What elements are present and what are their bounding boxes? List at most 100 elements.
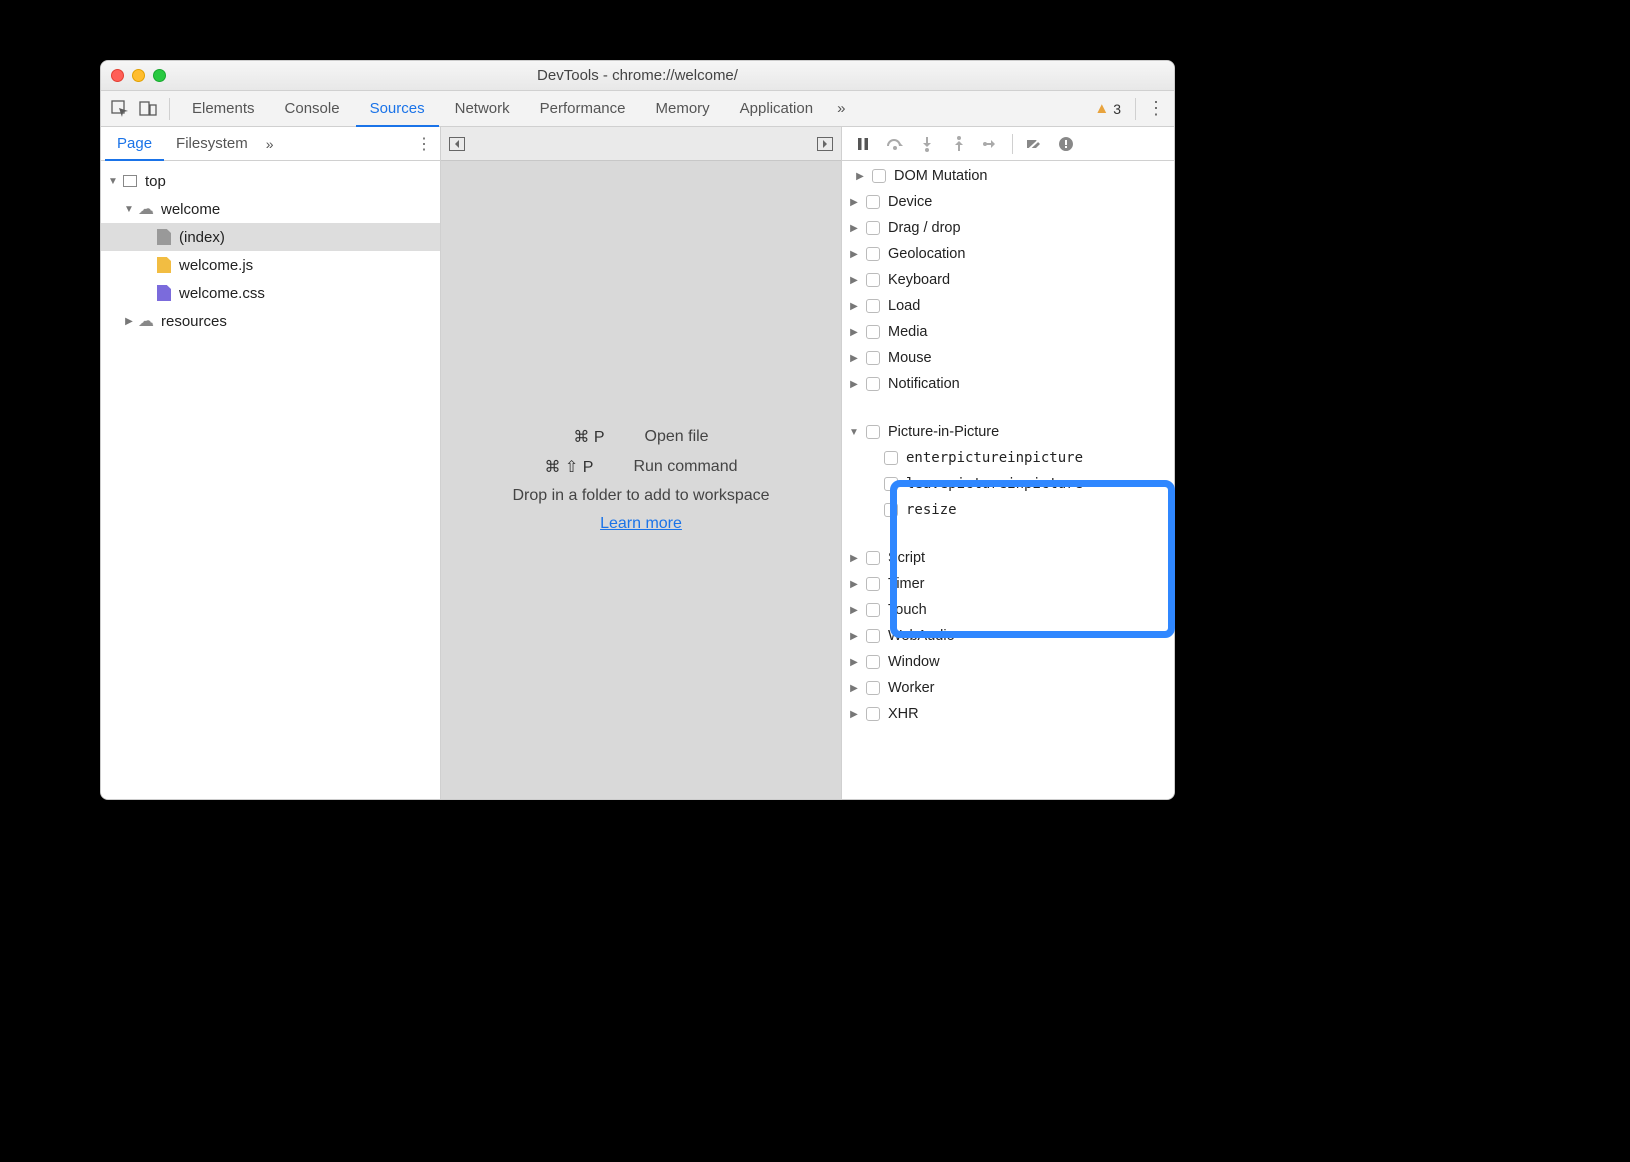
- checkbox[interactable]: [866, 577, 880, 591]
- devtools-window: DevTools - chrome://welcome/ Elements Co…: [100, 60, 1175, 800]
- zoom-window-button[interactable]: [153, 69, 166, 82]
- checkbox[interactable]: [866, 551, 880, 565]
- cloud-icon: ☁: [137, 312, 155, 330]
- event-category[interactable]: ▶XHR: [842, 701, 1174, 727]
- step-into-icon[interactable]: [916, 133, 938, 155]
- event-category[interactable]: ▶Script: [842, 545, 1174, 571]
- caret-right-icon: ▶: [123, 316, 135, 327]
- checkbox[interactable]: [866, 655, 880, 669]
- step-over-icon[interactable]: [884, 133, 906, 155]
- inspect-element-icon[interactable]: [107, 96, 133, 122]
- checkbox[interactable]: [872, 169, 886, 183]
- frame-icon: [121, 172, 139, 190]
- separator: [1135, 98, 1136, 120]
- tree-file-css-label: welcome.css: [179, 285, 265, 302]
- caret-right-icon: ▶: [854, 171, 866, 182]
- event-category[interactable]: ▶Worker: [842, 675, 1174, 701]
- event-category[interactable]: ▶Timer: [842, 571, 1174, 597]
- checkbox[interactable]: [884, 477, 898, 491]
- minimize-window-button[interactable]: [132, 69, 145, 82]
- subtab-filesystem[interactable]: Filesystem: [164, 127, 260, 161]
- step-icon[interactable]: [980, 133, 1002, 155]
- checkbox[interactable]: [866, 221, 880, 235]
- pause-button[interactable]: [852, 133, 874, 155]
- event-category[interactable]: ▶Load: [842, 293, 1174, 319]
- navigator-subtabs: Page Filesystem » ⋮: [101, 127, 440, 161]
- tab-memory[interactable]: Memory: [642, 91, 724, 127]
- pause-on-exceptions-icon[interactable]: [1055, 133, 1077, 155]
- tree-file-css[interactable]: welcome.css: [101, 279, 440, 307]
- checkbox[interactable]: [866, 377, 880, 391]
- caret-down-icon: ▼: [848, 427, 860, 438]
- checkbox[interactable]: [866, 273, 880, 287]
- deactivate-breakpoints-icon[interactable]: [1023, 133, 1045, 155]
- tree-file-js[interactable]: welcome.js: [101, 251, 440, 279]
- warnings-indicator[interactable]: ▲ 3: [1094, 100, 1121, 117]
- caret-down-icon: ▼: [107, 176, 119, 187]
- separator: [169, 98, 170, 120]
- event-category[interactable]: ▶ DOM Mutation: [842, 163, 1174, 189]
- tabs-overflow[interactable]: »: [829, 91, 853, 127]
- drop-folder-hint: Drop in a folder to add to workspace: [512, 487, 769, 505]
- event-category-label: Media: [888, 324, 928, 340]
- event-item[interactable]: resize: [842, 497, 1174, 523]
- subtab-page[interactable]: Page: [105, 127, 164, 161]
- tab-console[interactable]: Console: [271, 91, 354, 127]
- event-category[interactable]: ▶Geolocation: [842, 241, 1174, 267]
- tree-resources[interactable]: ▶ ☁ resources: [101, 307, 440, 335]
- event-category[interactable]: ▶Keyboard: [842, 267, 1174, 293]
- show-navigator-icon[interactable]: [449, 137, 465, 151]
- learn-more-link[interactable]: Learn more: [600, 515, 682, 533]
- navigator-menu-icon[interactable]: ⋮: [412, 134, 436, 154]
- open-file-label: Open file: [645, 428, 709, 446]
- warning-icon: ▲: [1094, 100, 1109, 117]
- checkbox[interactable]: [866, 351, 880, 365]
- checkbox[interactable]: [884, 503, 898, 517]
- caret-right-icon: ▶: [848, 379, 860, 390]
- checkbox[interactable]: [866, 195, 880, 209]
- caret-right-icon: ▶: [848, 683, 860, 694]
- checkbox[interactable]: [866, 425, 880, 439]
- tab-elements[interactable]: Elements: [178, 91, 269, 127]
- checkbox[interactable]: [866, 681, 880, 695]
- checkbox[interactable]: [884, 451, 898, 465]
- checkbox[interactable]: [866, 707, 880, 721]
- subtabs-overflow[interactable]: »: [266, 136, 274, 152]
- event-category-label: Touch: [888, 602, 927, 618]
- tab-sources[interactable]: Sources: [356, 91, 439, 127]
- checkbox[interactable]: [866, 629, 880, 643]
- event-category[interactable]: ▶Media: [842, 319, 1174, 345]
- checkbox[interactable]: [866, 603, 880, 617]
- checkbox[interactable]: [866, 325, 880, 339]
- event-category[interactable]: ▶Window: [842, 649, 1174, 675]
- tab-network[interactable]: Network: [441, 91, 524, 127]
- step-out-icon[interactable]: [948, 133, 970, 155]
- event-category-pip[interactable]: ▼ Picture-in-Picture: [842, 419, 1174, 445]
- tab-performance[interactable]: Performance: [526, 91, 640, 127]
- close-window-button[interactable]: [111, 69, 124, 82]
- event-category[interactable]: ▶WebAudio: [842, 623, 1174, 649]
- editor-toolbar: [441, 127, 841, 161]
- event-category[interactable]: ▶Drag / drop: [842, 215, 1174, 241]
- caret-right-icon: ▶: [848, 197, 860, 208]
- separator: [1012, 134, 1013, 154]
- tab-application[interactable]: Application: [726, 91, 827, 127]
- event-category-label: WebAudio: [888, 628, 955, 644]
- tree-file-index[interactable]: (index): [101, 223, 440, 251]
- checkbox[interactable]: [866, 299, 880, 313]
- show-debugger-icon[interactable]: [817, 137, 833, 151]
- event-category[interactable]: ▶Touch: [842, 597, 1174, 623]
- event-category-label: Picture-in-Picture: [888, 424, 999, 440]
- event-category-label: DOM Mutation: [894, 168, 987, 184]
- event-category[interactable]: ▶Notification: [842, 371, 1174, 397]
- tree-top-frame[interactable]: ▼ top: [101, 167, 440, 195]
- event-category[interactable]: ▶Mouse: [842, 345, 1174, 371]
- settings-menu-icon[interactable]: ⋮: [1144, 98, 1168, 119]
- event-item[interactable]: enterpictureinpicture: [842, 445, 1174, 471]
- warnings-count: 3: [1113, 101, 1121, 117]
- event-item[interactable]: leavepictureinpicture: [842, 471, 1174, 497]
- tree-domain[interactable]: ▼ ☁ welcome: [101, 195, 440, 223]
- event-category[interactable]: ▶Device: [842, 189, 1174, 215]
- checkbox[interactable]: [866, 247, 880, 261]
- device-toolbar-icon[interactable]: [135, 96, 161, 122]
